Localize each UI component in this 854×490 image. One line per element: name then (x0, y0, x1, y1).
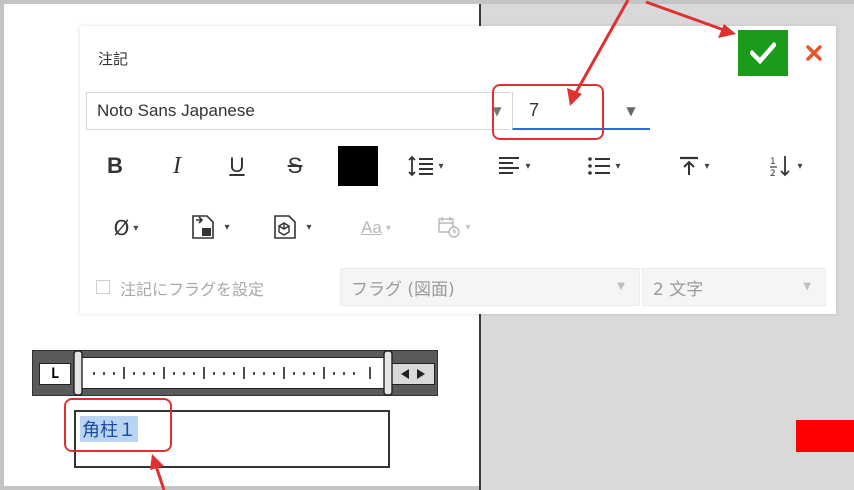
annotation-arrows (150, 0, 736, 490)
